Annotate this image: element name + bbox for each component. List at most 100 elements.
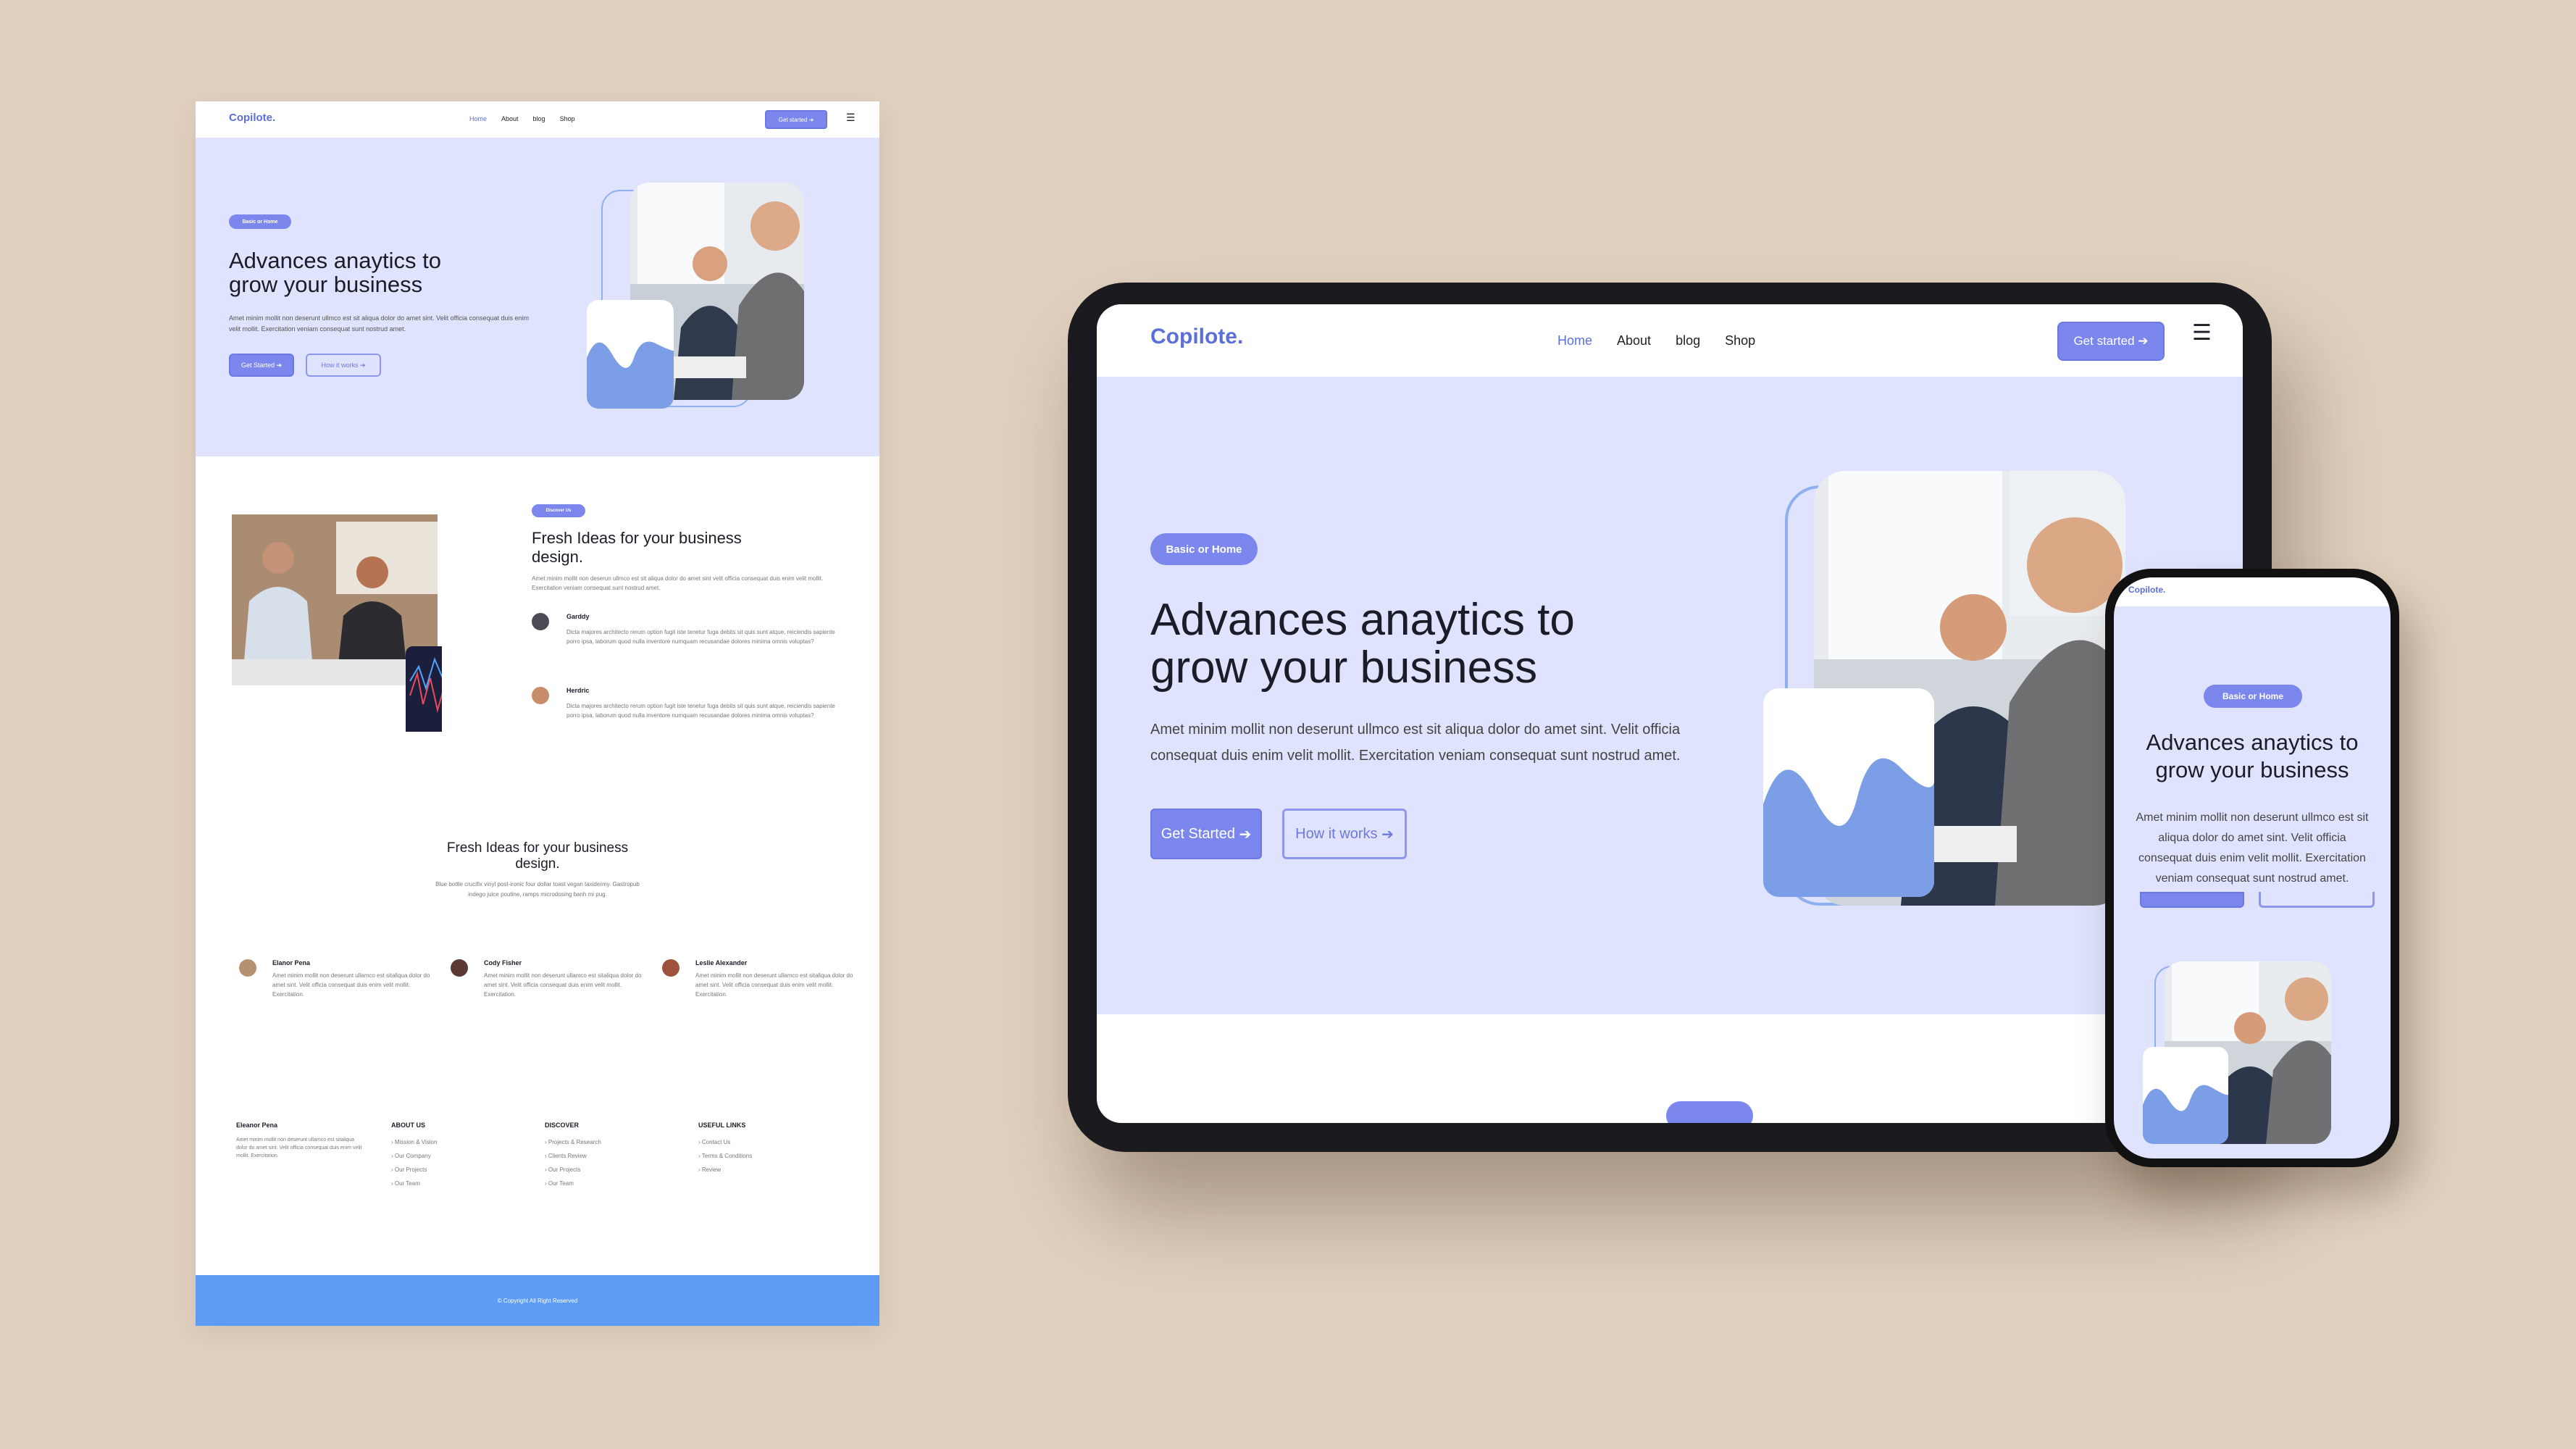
- about-badge: Discover Us: [532, 504, 585, 517]
- logo[interactable]: Copilote.: [1150, 325, 1243, 349]
- tablet-header: Copilote. Home About blog Shop Get start…: [1097, 304, 2243, 377]
- hamburger-icon[interactable]: ☰: [2192, 320, 2212, 346]
- testimonial-text: Amet minim mollit non deserunt ullamco e…: [695, 972, 853, 998]
- testimonial-card-2: Cody Fisher Amet minim mollit non deseru…: [451, 959, 641, 1032]
- testimonial-text: Amet minim mollit non deserunt ullamco e…: [272, 972, 430, 998]
- hero-title-line2: grow your business: [1150, 643, 1538, 693]
- nav-about[interactable]: About: [1617, 333, 1651, 348]
- hero-title-line2: grow your business: [2155, 757, 2349, 782]
- hero-get-started-label: Get Started: [1161, 825, 1235, 842]
- copyright-bar: © Copyright All Right Reserved: [196, 1275, 879, 1326]
- avatar: [239, 959, 256, 977]
- nav-home[interactable]: Home: [469, 115, 487, 122]
- hero-how-it-works-button[interactable]: How it works ➔: [1282, 809, 1407, 859]
- tablet-device: Copilote. Home About blog Shop Get start…: [1068, 283, 2272, 1152]
- nav-shop[interactable]: Shop: [560, 115, 575, 122]
- avatar: [662, 959, 679, 977]
- get-started-nav-button[interactable]: Get started ➔: [2057, 322, 2165, 361]
- wave-card: [1763, 688, 1934, 897]
- testimonial-name: Elanor Pena: [272, 959, 311, 966]
- hero-how-it-works-label: How it works: [1295, 825, 1378, 842]
- footer-col-discover: DISCOVER › Projects & Research › Clients…: [545, 1122, 675, 1194]
- hero-badge: Basic or Home: [229, 214, 291, 229]
- hero-body-line1: Amet minim mollit non deserunt ullmco es…: [1150, 722, 1681, 738]
- desktop-header: Copilote. Home About blog Shop Get start…: [196, 101, 879, 138]
- hero-how-it-works-button[interactable]: [2259, 892, 2375, 908]
- hamburger-icon[interactable]: ☰: [846, 112, 856, 124]
- testimonials-sub-line2: indego juice poutine, ramps microdosing …: [468, 891, 607, 898]
- footer-brand-text: Amet minim mollit non deserunt ullamco e…: [236, 1137, 362, 1158]
- nav-about[interactable]: About: [501, 115, 519, 122]
- wave-graphic: [2143, 1085, 2228, 1144]
- main-nav: Home About blog Shop: [469, 115, 575, 122]
- about-title-line1: Fresh Ideas for your business: [532, 529, 742, 547]
- footer-link[interactable]: › Our Team: [391, 1180, 522, 1187]
- footer-col-title: USEFUL LINKS: [698, 1122, 746, 1129]
- nav-blog[interactable]: blog: [533, 115, 545, 122]
- hero-body: Amet minim mollit non deserunt ullmco es…: [2136, 811, 2369, 885]
- main-nav: Home About blog Shop: [1557, 333, 1755, 348]
- footer-link[interactable]: › Our Team: [545, 1180, 675, 1187]
- hero-illustration: [2143, 961, 2331, 1150]
- desktop-hero: Basic or Home Advances anaytics to grow …: [196, 138, 879, 456]
- phone-device: Copilote. Basic or Home Advances anaytic…: [2105, 569, 2399, 1167]
- hero-badge: Basic or Home: [1150, 533, 1258, 565]
- about-person-1: Garddy Dicta majores architecto rerum op…: [532, 613, 836, 678]
- wave-graphic: [1763, 758, 1934, 897]
- get-started-label: Get started: [2073, 334, 2135, 348]
- testimonial-card-3: Leslie Alexander Amet minim mollit non d…: [662, 959, 853, 1032]
- arrow-right-icon: ➔: [807, 116, 814, 123]
- footer-link[interactable]: › Our Projects: [545, 1166, 675, 1173]
- next-section-badge: [1666, 1101, 1753, 1123]
- testimonial-text: Amet minim mollit non deserunt ullamco e…: [484, 972, 642, 998]
- footer-link[interactable]: › Our Company: [391, 1153, 522, 1159]
- hero-get-started-button[interactable]: Get Started ➔: [229, 354, 294, 377]
- hero-badge: Basic or Home: [2204, 685, 2302, 708]
- hero-get-started-button[interactable]: Get Started ➔: [1150, 809, 1262, 859]
- footer-link[interactable]: › Contact Us: [698, 1139, 829, 1145]
- footer-link[interactable]: › Our Projects: [391, 1166, 522, 1173]
- hero-illustration: [587, 183, 804, 414]
- hero-title-line2: grow your business: [229, 272, 423, 297]
- avatar: [532, 613, 549, 630]
- copyright-text: © Copyright All Right Reserved: [497, 1297, 578, 1304]
- footer-col-title: DISCOVER: [545, 1122, 580, 1129]
- nav-shop[interactable]: Shop: [1725, 333, 1755, 348]
- desktop-about-section: Discover Us Fresh Ideas for your busines…: [196, 456, 879, 790]
- phone-screen: Copilote. Basic or Home Advances anaytic…: [2114, 577, 2391, 1158]
- arrow-right-icon: ➔: [1377, 826, 1394, 843]
- hero-how-it-works-button[interactable]: How it works ➔: [306, 354, 381, 377]
- hero-how-it-works-label: How it works: [321, 362, 359, 369]
- arrow-right-icon: ➔: [1234, 826, 1252, 843]
- hero-get-started-button[interactable]: [2140, 892, 2244, 908]
- logo[interactable]: Copilote.: [229, 112, 275, 124]
- footer-link[interactable]: › Review: [698, 1166, 829, 1173]
- footer-link[interactable]: › Clients Review: [545, 1153, 675, 1159]
- testimonial-card-1: Elanor Pena Amet minim mollit non deseru…: [239, 959, 430, 1032]
- arrow-right-icon: ➔: [2134, 334, 2149, 348]
- desktop-page-mockup: Copilote. Home About blog Shop Get start…: [196, 101, 879, 1326]
- arrow-right-icon: ➔: [358, 361, 366, 369]
- logo[interactable]: Copilote.: [2128, 585, 2165, 595]
- avatar: [451, 959, 468, 977]
- about-person-2: Herdric Dicta majores architecto rerum o…: [532, 687, 836, 752]
- nav-blog[interactable]: blog: [1676, 333, 1700, 348]
- footer-link[interactable]: › Projects & Research: [545, 1139, 675, 1145]
- get-started-nav-button[interactable]: Get started ➔: [765, 110, 827, 129]
- footer-link[interactable]: › Terms & Conditions: [698, 1153, 829, 1159]
- person-text: Dicta majores architecto rerum option fu…: [566, 629, 835, 645]
- phone-header: Copilote.: [2114, 577, 2391, 606]
- nav-home[interactable]: Home: [1557, 333, 1592, 348]
- wave-graphic: [587, 341, 674, 409]
- footer-col-useful: USEFUL LINKS › Contact Us › Terms & Cond…: [698, 1122, 829, 1180]
- arrow-right-icon: ➔: [274, 361, 283, 369]
- hero-get-started-label: Get Started: [241, 362, 275, 369]
- hero-illustration: [1763, 471, 2125, 920]
- person-text: Dicta majores architecto rerum option fu…: [566, 703, 835, 719]
- wave-card: [2143, 1047, 2228, 1144]
- team-highfive-photo: [227, 514, 481, 745]
- hero-body-line2: consequat duis enim velit mollit. Exerci…: [1150, 748, 1681, 764]
- testimonial-name: Cody Fisher: [484, 959, 522, 966]
- desktop-footer: Eleanor Pena Amet minim mollit non deser…: [196, 1122, 879, 1266]
- footer-link[interactable]: › Mission & Vision: [391, 1139, 522, 1145]
